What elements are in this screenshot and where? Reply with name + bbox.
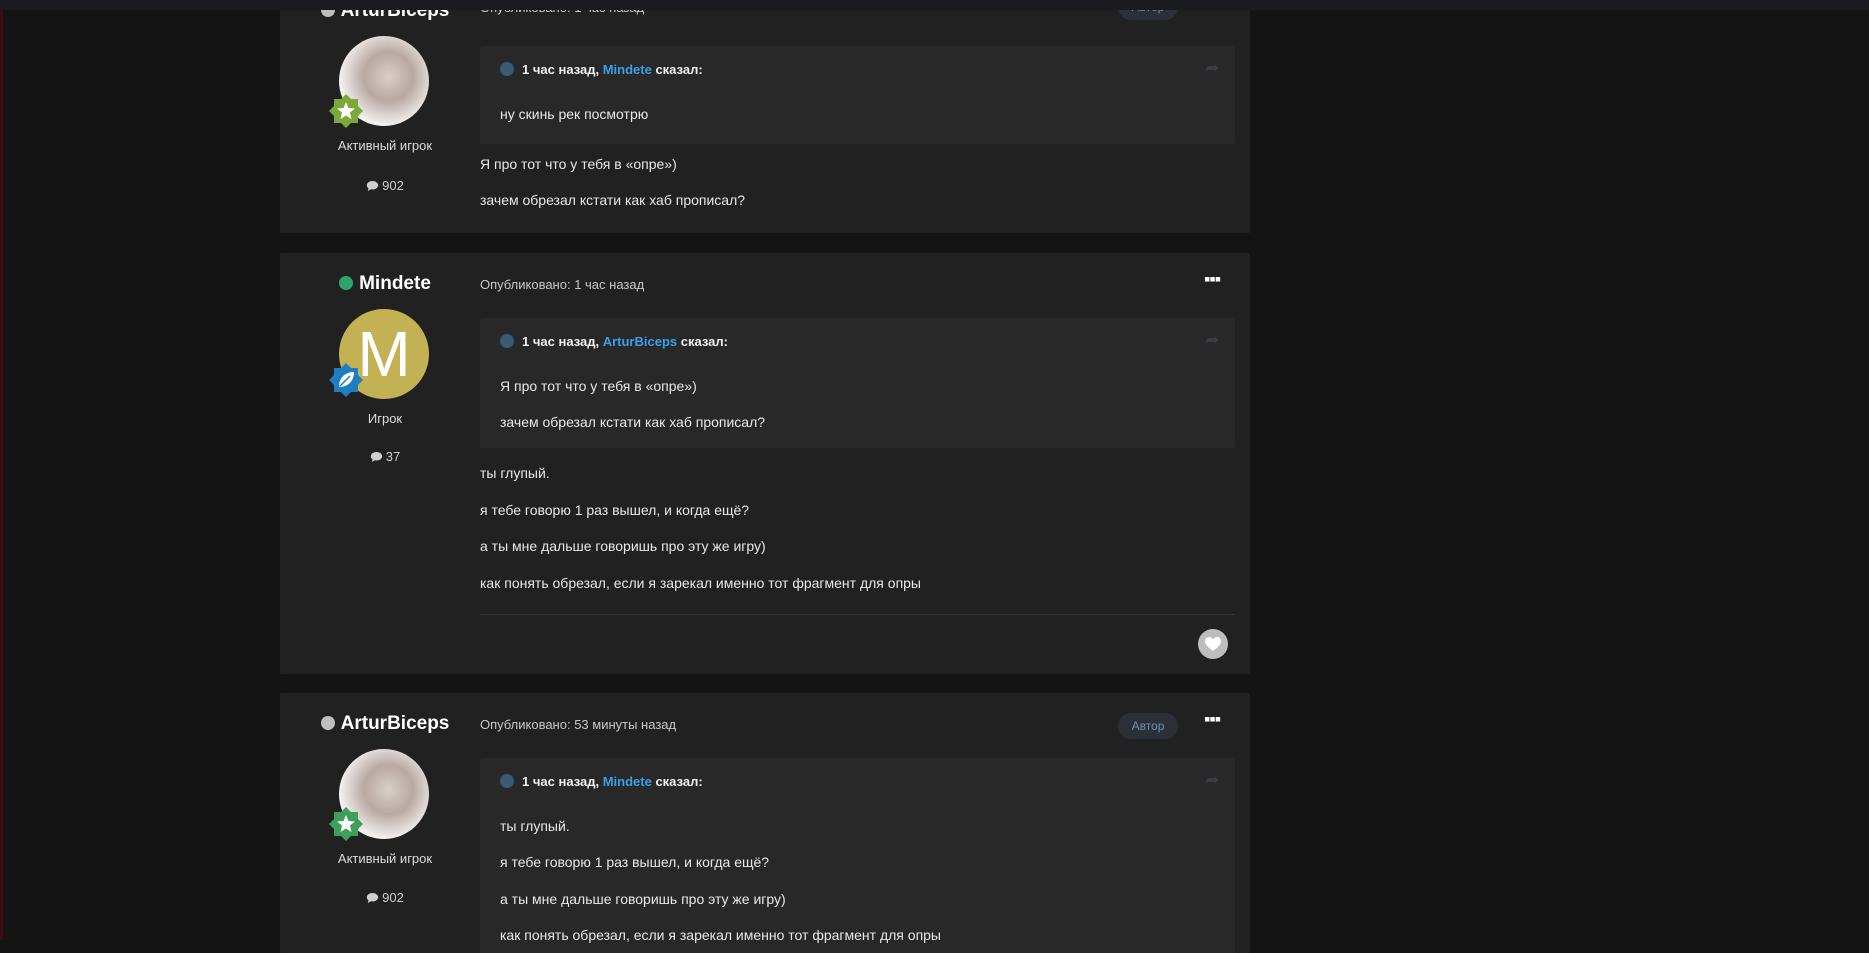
chevron-down-icon[interactable] — [500, 334, 514, 348]
share-icon[interactable]: ➦ — [1206, 770, 1219, 790]
post-meta: Опубликовано: 53 минуты назад — [480, 717, 677, 732]
rank-leaf-icon — [329, 363, 363, 397]
quote-block: 1 час назад, Mindete сказал: ➦ ну скинь … — [480, 46, 1235, 144]
top-bar — [0, 0, 1869, 10]
post: ArturBiceps Активный игрок 902 Опубликов… — [280, 693, 1250, 953]
quote-line: ты глупый. — [500, 818, 570, 834]
ellipsis-icon[interactable]: ▪▪▪ — [1204, 709, 1224, 729]
quote-line: ну скинь рек посмотрю — [500, 106, 649, 122]
post-text: я тебе говорю 1 раз вышел, и когда ещё? — [480, 502, 750, 518]
post-text: ты глупый. — [480, 465, 550, 481]
user-rank: Активный игрок — [337, 851, 433, 866]
quote-line: Я про тот что у тебя в «опре») — [500, 378, 697, 394]
window-edge — [0, 0, 3, 940]
quote-line: а ты мне дальше говоришь про эту же игру… — [500, 891, 786, 907]
author-name[interactable]: ArturBiceps — [280, 713, 490, 735]
quote-line: зачем обрезал кстати как хаб прописал? — [500, 414, 766, 430]
user-rank: Активный игрок — [337, 138, 433, 153]
post-text: зачем обрезал кстати как хаб прописал? — [480, 192, 746, 208]
comment-icon — [366, 180, 379, 195]
post: Mindete M Игрок 37 Опубликовано: 1 час н… — [280, 253, 1250, 674]
quoted-user-link[interactable]: Mindete — [603, 62, 652, 77]
like-button[interactable] — [1198, 629, 1228, 659]
rank-star-icon — [329, 94, 363, 128]
share-icon[interactable]: ➦ — [1206, 58, 1219, 78]
rank-star-icon — [329, 807, 363, 841]
quote-header: 1 час назад, Mindete сказал: — [500, 774, 703, 789]
author-name[interactable]: Mindete — [280, 273, 490, 295]
heart-icon — [1205, 637, 1221, 651]
quote-header: 1 час назад, Mindete сказал: — [500, 62, 703, 77]
quote-line: как понять обрезал, если я зарекал именн… — [500, 927, 941, 943]
quote-block: 1 час назад, ArturBiceps сказал: ➦ Я про… — [480, 318, 1235, 448]
post-meta: Опубликовано: 1 час назад — [480, 277, 645, 292]
share-icon[interactable]: ➦ — [1206, 330, 1219, 350]
quoted-user-link[interactable]: ArturBiceps — [603, 334, 677, 349]
post-text: а ты мне дальше говоришь про эту же игру… — [480, 538, 766, 554]
chevron-down-icon[interactable] — [500, 62, 514, 76]
chevron-down-icon[interactable] — [500, 774, 514, 788]
quote-block: 1 час назад, Mindete сказал: ➦ ты глупый… — [480, 758, 1235, 953]
post-count: 37 — [280, 449, 490, 466]
comment-icon — [366, 892, 379, 907]
ellipsis-icon[interactable]: ▪▪▪ — [1204, 269, 1224, 289]
post-text: Я про тот что у тебя в «опре») — [480, 156, 677, 172]
author-badge: Автор — [1118, 713, 1178, 739]
post-divider — [480, 614, 1235, 615]
post-count: 902 — [280, 890, 490, 907]
quoted-user-link[interactable]: Mindete — [603, 774, 652, 789]
offline-indicator — [320, 716, 335, 730]
post-count: 902 — [280, 178, 490, 195]
user-rank: Игрок — [367, 411, 403, 426]
quote-header: 1 час назад, ArturBiceps сказал: — [500, 334, 728, 349]
post: ArturBiceps Активный игрок 902 Опубликов… — [280, 0, 1250, 233]
post-text: как понять обрезал, если я зарекал именн… — [480, 575, 921, 591]
comment-icon — [370, 451, 383, 466]
online-indicator — [339, 276, 354, 290]
quote-line: я тебе говорю 1 раз вышел, и когда ещё? — [500, 854, 770, 870]
